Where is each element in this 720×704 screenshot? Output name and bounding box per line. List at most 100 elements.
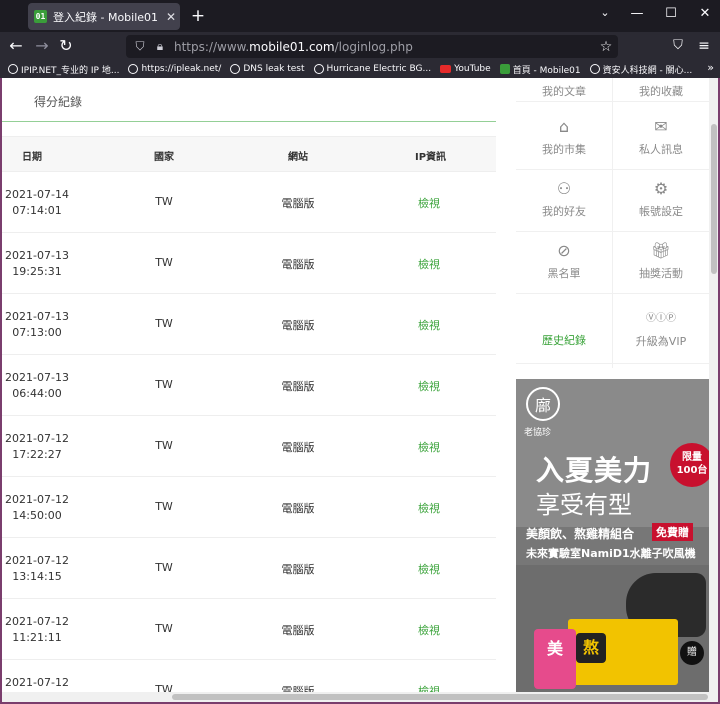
bookmark-star-icon[interactable]: ☆ xyxy=(594,39,618,55)
section-title: 得分紀錄 xyxy=(34,95,83,109)
bookmark-dnsleak[interactable]: DNS leak test xyxy=(230,64,305,74)
view-ip-link[interactable]: 檢視 xyxy=(414,683,444,692)
forward-icon[interactable]: → xyxy=(32,36,52,56)
menu-upgrade-vip[interactable]: ⓋⒾⓅ 升級為VIP xyxy=(613,294,709,364)
advertisement-banner[interactable]: 廍 老協珍 入夏美力 享受有型 限量 100台 美顏飲、熬雞精組合 免費贈 未來實… xyxy=(516,379,709,692)
view-ip-link[interactable]: 檢視 xyxy=(414,561,444,577)
vertical-scrollbar[interactable] xyxy=(709,78,718,692)
close-window-icon[interactable]: ✕ xyxy=(690,6,720,21)
vertical-scroll-thumb[interactable] xyxy=(711,124,717,274)
date-cell: 2021-07-12 14:50:00 xyxy=(5,493,69,522)
bookmark-ithome[interactable]: 資安人科技網 - 關心... xyxy=(589,63,692,76)
site-cell: 電腦版 xyxy=(281,502,315,515)
url-text[interactable]: https://www.mobile01.com/loginlog.php xyxy=(174,40,594,54)
header-country: 國家 xyxy=(154,152,174,163)
menu-my-favorites[interactable]: 我的收藏 xyxy=(613,78,709,102)
globe-icon xyxy=(8,64,18,74)
bookmark-ipleak[interactable]: https://ipleak.net/ xyxy=(128,64,221,74)
tab-bar: 01 登入紀錄 - Mobile01 ✕ + — ☐ ✕ ⌄ xyxy=(0,0,720,32)
menu-blacklist[interactable]: ⊘ 黑名單 xyxy=(516,232,612,294)
site-cell: 電腦版 xyxy=(281,624,315,637)
menu-my-friends[interactable]: ⚇ 我的好友 xyxy=(516,170,612,232)
gift-icon: 🎁︎ xyxy=(650,241,672,260)
date-cell: 2021-07-13 07:13:00 xyxy=(5,310,69,339)
country-cell: TW xyxy=(155,256,173,269)
date-cell: 2021-07-13 19:25:31 xyxy=(5,249,69,278)
ad-headline-1: 入夏美力 xyxy=(536,454,653,487)
table-row: 2021-07-12 17:22:27 TW 電腦版 檢視 xyxy=(2,416,496,477)
gear-icon: ⚙ xyxy=(653,179,669,198)
lock-icon[interactable]: 🔒︎ xyxy=(154,39,166,54)
mail-icon: ✉ xyxy=(654,117,668,136)
pocket-icon[interactable]: ⛉ xyxy=(668,36,688,56)
back-icon[interactable]: ← xyxy=(6,36,26,56)
tab-list-icon[interactable]: ⌄ xyxy=(590,6,620,19)
view-ip-link[interactable]: 檢視 xyxy=(414,378,444,394)
site-cell: 電腦版 xyxy=(281,380,315,393)
title-divider xyxy=(2,121,496,122)
menu-icon[interactable]: ≡ xyxy=(694,36,714,56)
country-cell: TW xyxy=(155,561,173,574)
more-bookmarks-icon[interactable]: » xyxy=(707,61,714,74)
friends-icon: ⚇ xyxy=(556,179,572,198)
view-ip-link[interactable]: 檢視 xyxy=(414,439,444,455)
view-ip-link[interactable]: 檢視 xyxy=(414,195,444,211)
beauty-drink-box: 美 xyxy=(534,629,576,689)
date-cell: 2021-07-12 17:22:27 xyxy=(5,432,69,461)
vip-icon: ⓋⒾⓅ xyxy=(646,313,676,324)
date-cell: 2021-07-13 06:44:00 xyxy=(5,371,69,400)
table-row: 2021-07-12 TW 電腦版 檢視 xyxy=(2,660,496,692)
menu-my-articles[interactable]: 我的文章 xyxy=(516,78,612,102)
site-cell: 電腦版 xyxy=(281,685,315,692)
reload-icon[interactable]: ↻ xyxy=(56,36,76,56)
bookmark-youtube[interactable]: YouTube xyxy=(440,64,491,74)
page-content: 得分紀錄 日期 國家 網站 IP資訊 2021-07-14 07:14:01 TW… xyxy=(2,78,718,692)
globe-icon xyxy=(313,64,324,74)
view-ip-link[interactable]: 檢視 xyxy=(414,622,444,638)
table-row: 2021-07-14 07:14:01 TW 電腦版 檢視 xyxy=(2,172,496,233)
minimize-icon[interactable]: — xyxy=(622,6,652,21)
date-cell: 2021-07-12 xyxy=(5,676,69,689)
date-cell: 2021-07-12 11:21:11 xyxy=(5,615,69,644)
site-cell: 電腦版 xyxy=(281,319,315,332)
window-border xyxy=(0,78,2,704)
date-cell: 2021-07-14 07:14:01 xyxy=(5,188,69,217)
date-cell: 2021-07-12 13:14:15 xyxy=(5,554,69,583)
site-cell: 電腦版 xyxy=(281,441,315,454)
country-cell: TW xyxy=(155,317,173,330)
ad-brand: 老協珍 xyxy=(524,428,552,438)
menu-private-messages[interactable]: ✉ 私人訊息 xyxy=(613,108,709,170)
navigation-bar: ← → ↻ ⛉ 🔒︎ https://www.mobile01.com/logi… xyxy=(0,32,720,60)
view-ip-link[interactable]: 檢視 xyxy=(414,317,444,333)
bookmark-mobile01[interactable]: 首頁 - Mobile01 xyxy=(499,63,581,76)
horizontal-scrollbar[interactable] xyxy=(2,692,718,702)
horizontal-scroll-thumb[interactable] xyxy=(172,694,708,700)
new-tab-icon[interactable]: + xyxy=(188,6,208,26)
site-cell: 電腦版 xyxy=(281,258,315,271)
header-ip: IP資訊 xyxy=(415,152,447,163)
menu-my-market[interactable]: ⌂ 我的市集 xyxy=(516,108,612,170)
close-tab-icon[interactable]: ✕ xyxy=(162,10,180,24)
bookmark-hurricane[interactable]: Hurricane Electric BG... xyxy=(313,64,431,74)
table-row: 2021-07-13 06:44:00 TW 電腦版 檢視 xyxy=(2,355,496,416)
view-ip-link[interactable]: 檢視 xyxy=(414,500,444,516)
ad-logo: 廍 xyxy=(526,387,560,421)
maximize-icon[interactable]: ☐ xyxy=(656,6,686,21)
table-row: 2021-07-12 14:50:00 TW 電腦版 檢視 xyxy=(2,477,496,538)
block-icon: ⊘ xyxy=(557,241,571,260)
bookmark-ipip[interactable]: IPIP.NET_专业的 IP 地... xyxy=(8,63,119,76)
menu-history[interactable]: 歷史紀錄 xyxy=(516,294,612,364)
browser-tab[interactable]: 01 登入紀錄 - Mobile01 ✕ xyxy=(28,3,180,30)
table-row: 2021-07-12 13:14:15 TW 電腦版 檢視 xyxy=(2,538,496,599)
table-row: 2021-07-13 19:25:31 TW 電腦版 檢視 xyxy=(2,233,496,294)
menu-lottery[interactable]: 🎁︎ 抽獎活動 xyxy=(613,232,709,294)
shield-icon[interactable]: ⛉ xyxy=(134,39,146,54)
table-row: 2021-07-13 07:13:00 TW 電腦版 檢視 xyxy=(2,294,496,355)
url-bar[interactable]: ⛉ 🔒︎ https://www.mobile01.com/loginlog.p… xyxy=(126,35,618,58)
menu-account-settings[interactable]: ⚙ 帳號設定 xyxy=(613,170,709,232)
ad-promo-text: 美顏飲、熬雞精組合 xyxy=(526,527,635,541)
ad-headline-2: 享受有型 xyxy=(536,491,632,519)
view-ip-link[interactable]: 檢視 xyxy=(414,256,444,272)
country-cell: TW xyxy=(155,439,173,452)
table-header: 日期 國家 網站 IP資訊 xyxy=(2,136,496,172)
